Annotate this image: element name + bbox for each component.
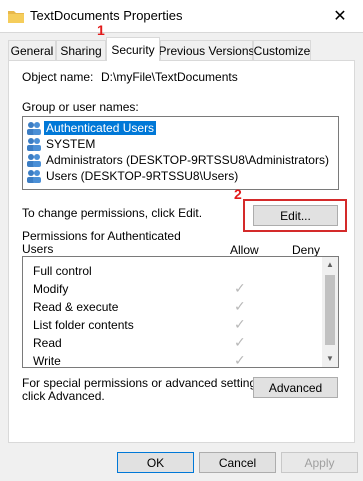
user-list[interactable]: Authenticated Users SYSTEM Administrator…: [22, 116, 339, 190]
user-name: SYSTEM: [46, 137, 96, 151]
permission-name: Full control: [33, 264, 92, 278]
permissions-scrollbar[interactable]: ▲ ▼: [322, 257, 338, 367]
permission-name: Modify: [33, 282, 69, 296]
deny-header: Deny: [292, 243, 321, 257]
list-item[interactable]: Authenticated Users: [24, 120, 157, 136]
tab-previous-versions[interactable]: Previous Versions: [158, 40, 255, 60]
permissions-list[interactable]: Full control Modify Read & execute List …: [22, 256, 339, 368]
list-item[interactable]: SYSTEM: [24, 136, 97, 152]
permissions-title-line1: Permissions for Authenticated: [22, 229, 181, 243]
user-group-icon: [27, 122, 41, 135]
edit-button[interactable]: Edit...: [253, 205, 338, 226]
checkmark-icon: ✓: [234, 280, 246, 296]
checkmark-icon: ✓: [234, 316, 246, 332]
advanced-text-line2: click Advanced.: [22, 389, 105, 403]
user-group-icon: [27, 170, 41, 183]
advanced-text-line1: For special permissions or advanced sett…: [22, 376, 266, 390]
permission-name: Write: [33, 354, 61, 368]
title-divider: [0, 32, 363, 33]
permission-name: List folder contents: [33, 318, 134, 332]
list-item[interactable]: Users (DESKTOP-9RTSSU8\Users): [24, 168, 240, 184]
tab-security[interactable]: Security: [106, 37, 160, 61]
allow-header: Allow: [230, 243, 259, 257]
checkmark-icon: ✓: [234, 334, 246, 350]
checkmark-icon: ✓: [234, 352, 246, 368]
tab-general[interactable]: General: [8, 40, 56, 60]
checkmark-icon: ✓: [234, 298, 246, 314]
permission-name: Read: [33, 336, 62, 350]
advanced-text: For special permissions or advanced sett…: [22, 377, 265, 403]
object-name-value: D:\myFile\TextDocuments: [101, 70, 238, 84]
permission-name: Read & execute: [33, 300, 119, 314]
apply-button[interactable]: Apply: [281, 452, 358, 473]
group-names-label: Group or user names:: [22, 100, 139, 114]
user-name: Authenticated Users: [44, 121, 157, 135]
user-group-icon: [27, 154, 41, 167]
annotation-step-1: 1: [97, 22, 105, 38]
list-item[interactable]: Administrators (DESKTOP-9RTSSU8\Administ…: [24, 152, 331, 168]
scroll-thumb[interactable]: [325, 275, 335, 345]
tab-customize[interactable]: Customize: [253, 40, 311, 60]
object-name-label: Object name:: [22, 70, 94, 84]
scroll-down-icon[interactable]: ▼: [326, 354, 334, 363]
annotation-step-2: 2: [234, 186, 242, 202]
advanced-button[interactable]: Advanced: [253, 377, 338, 398]
window-title: TextDocuments Properties: [30, 8, 183, 23]
folder-icon: [8, 11, 24, 23]
close-button[interactable]: ✕: [320, 2, 360, 30]
permissions-title: Permissions for Authenticated Users: [22, 230, 181, 256]
ok-button[interactable]: OK: [117, 452, 194, 473]
cancel-button[interactable]: Cancel: [199, 452, 276, 473]
user-group-icon: [27, 138, 41, 151]
tab-sharing[interactable]: Sharing: [56, 40, 106, 60]
user-name: Users (DESKTOP-9RTSSU8\Users): [46, 169, 239, 183]
scroll-up-icon[interactable]: ▲: [326, 260, 334, 269]
permissions-title-line2: Users: [22, 242, 54, 256]
change-permissions-text: To change permissions, click Edit.: [22, 206, 203, 220]
user-name: Administrators (DESKTOP-9RTSSU8\Administ…: [46, 153, 329, 167]
